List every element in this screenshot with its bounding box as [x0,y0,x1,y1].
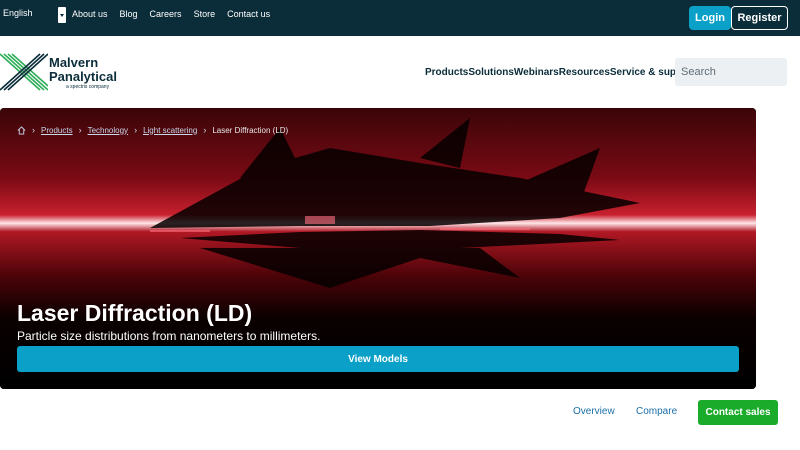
link-careers[interactable]: Careers [150,9,182,19]
utility-nav: About us Blog Careers Store Contact us [72,9,270,19]
logo-mark-icon [0,53,49,91]
nav-webinars[interactable]: Webinars [514,67,559,78]
nav-resources[interactable]: Resources [559,67,610,78]
logo-tagline: a spectris company [66,84,110,90]
breadcrumb-light-scattering[interactable]: Light scattering [143,126,197,135]
contact-sales-button[interactable]: Contact sales [698,400,778,425]
breadcrumb: › Products › Technology › Light scatteri… [17,125,288,135]
logo-wordmark: Malvern Panalytical [49,55,117,84]
page-title: Laser Diffraction (LD) [17,300,253,326]
page-subtitle: Particle size distributions from nanomet… [17,329,321,343]
breadcrumb-current: Laser Diffraction (LD) [212,125,289,135]
top-bar: English About us Blog Careers Store Cont… [0,0,800,36]
register-button[interactable]: Register [731,6,788,30]
chevron-right-icon: › [32,125,35,135]
login-button[interactable]: Login [689,6,731,30]
chevron-right-icon: › [203,125,207,135]
breadcrumb-technology[interactable]: Technology [88,126,128,135]
link-contact-us[interactable]: Contact us [227,9,270,19]
search-input[interactable] [675,58,787,86]
chevron-right-icon: › [78,125,82,135]
company-logo[interactable]: Malvern Panalytical a spectris company [0,52,120,92]
main-nav: Products Solutions Webinars Resources Se… [425,67,695,78]
view-models-button[interactable]: View Models [17,346,739,372]
link-about-us[interactable]: About us [72,9,108,19]
breadcrumb-products[interactable]: Products [41,126,73,135]
nav-products[interactable]: Products [425,67,468,78]
hero-banner: › Products › Technology › Light scatteri… [0,108,756,389]
subnav-compare[interactable]: Compare [636,406,677,417]
chevron-down-icon[interactable] [58,7,66,23]
page-subnav: Overview Compare [0,400,800,426]
chevron-right-icon: › [134,125,138,135]
subnav-overview[interactable]: Overview [573,406,615,417]
home-icon[interactable] [17,125,26,135]
link-blog[interactable]: Blog [120,9,138,19]
language-selector[interactable]: English [3,8,33,18]
link-store[interactable]: Store [194,9,216,19]
nav-solutions[interactable]: Solutions [468,67,514,78]
